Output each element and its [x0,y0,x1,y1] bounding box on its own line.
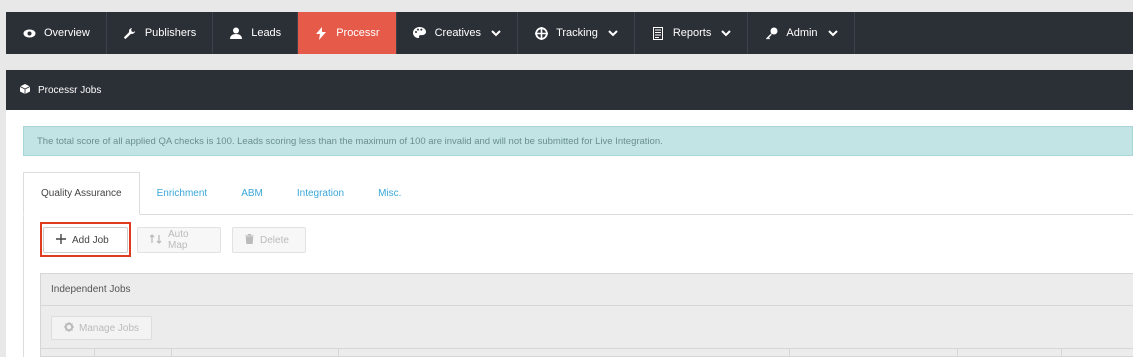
table-header-cell [172,349,339,357]
nav-item-creatives[interactable]: Creatives [397,12,519,54]
alert-text: The total score of all applied QA checks… [37,135,663,147]
table-header-cell [958,349,1062,357]
manage-jobs-label: Manage Jobs [79,322,140,334]
nav-item-publishers[interactable]: Publishers [107,12,214,54]
chevron-down-icon [827,28,838,38]
nav-item-processr[interactable]: Processr [298,12,397,54]
crosshair-icon [534,26,548,40]
nav-item-tracking[interactable]: Tracking [518,12,635,54]
jobs-table-header [41,348,1133,357]
table-header-cell [790,349,958,357]
nav-item-label: Reports [672,27,712,39]
nav-item-label: Publishers [144,27,197,39]
nav-item-overview[interactable]: Overview [6,12,107,54]
add-job-label: Add Job [72,234,109,246]
report-icon [651,26,665,40]
independent-jobs-title: Independent Jobs [41,274,1133,306]
wrench-icon [123,26,137,40]
nav-item-label: Overview [44,27,90,39]
delete-label: Delete [260,234,289,246]
table-header-cell [41,349,95,357]
tab-content: Add Job Auto Map Delete Independent Jobs… [23,215,1133,357]
plus-icon [56,233,66,247]
panel-header: Processr Jobs [6,70,1133,110]
panel-title: Processr Jobs [38,84,102,96]
table-header-cell [95,349,172,357]
nav-item-label: Creatives [434,27,482,39]
map-arrows-icon [149,233,162,247]
tab-quality-assurance[interactable]: Quality Assurance [23,172,140,215]
nav-item-label: Tracking [556,27,598,39]
tab-integration[interactable]: Integration [280,172,361,214]
gear-icon [64,321,74,335]
info-alert: The total score of all applied QA checks… [23,126,1133,156]
tab-misc[interactable]: Misc. [361,172,418,214]
auto-map-button[interactable]: Auto Map [137,227,221,253]
tab-enrichment[interactable]: Enrichment [140,172,225,214]
key-icon [764,26,778,40]
top-navigation-bar: Overview Publishers Leads Processr Creat… [6,12,1133,54]
nav-item-leads[interactable]: Leads [213,12,299,54]
cube-icon [19,83,31,97]
palette-icon [413,26,427,40]
add-job-button[interactable]: Add Job [43,227,128,253]
job-tabs: Quality Assurance Enrichment ABM Integra… [23,172,1133,215]
trash-icon [245,233,254,247]
nav-item-label: Admin [786,27,818,39]
user-icon [229,26,243,40]
independent-jobs-panel: Independent Jobs Manage Jobs [40,273,1133,357]
nav-item-reports[interactable]: Reports [635,12,749,54]
nav-item-label: Leads [251,27,282,39]
manage-jobs-button[interactable]: Manage Jobs [51,316,153,340]
table-header-cell [339,349,790,357]
tab-abm[interactable]: ABM [224,172,280,214]
nav-item-label: Processr [336,27,380,39]
auto-map-label: Auto Map [168,229,189,251]
nav-item-admin[interactable]: Admin [748,12,855,54]
chevron-down-icon [491,28,501,38]
delete-button[interactable]: Delete [232,227,306,253]
panel-body: The total score of all applied QA checks… [6,110,1133,357]
eye-icon [22,26,36,40]
chevron-down-icon [608,28,618,38]
chevron-down-icon [721,28,732,38]
bolt-icon [314,26,328,40]
